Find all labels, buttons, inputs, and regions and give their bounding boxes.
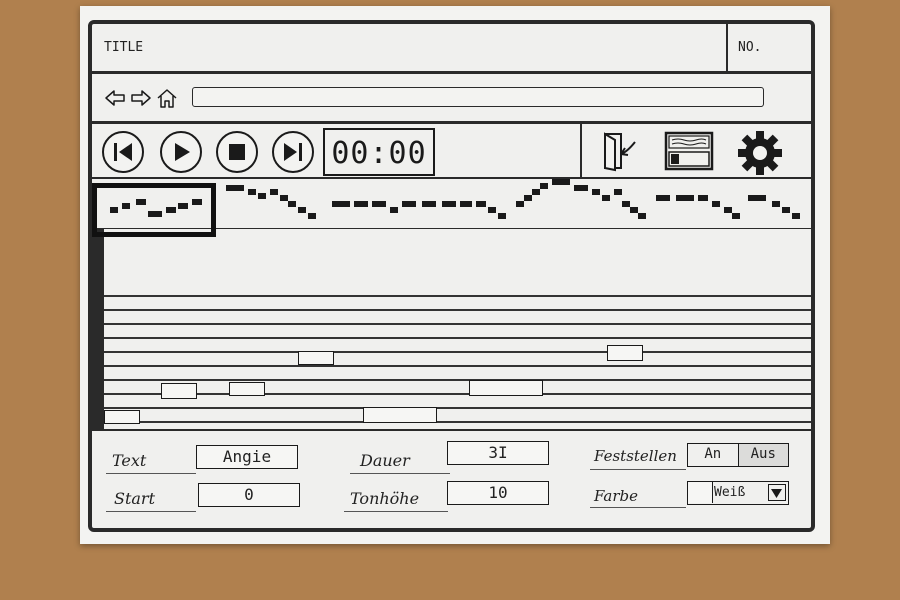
note-block[interactable] <box>161 383 197 399</box>
start-input[interactable]: 0 <box>198 483 300 507</box>
window-title: TITLE <box>104 40 144 55</box>
label-underline <box>590 469 686 470</box>
staff-line <box>104 323 811 325</box>
duration-label: Dauer <box>360 451 410 470</box>
time-value: 00:00 <box>331 136 427 171</box>
back-arrow-icon[interactable] <box>104 88 126 108</box>
color-select[interactable]: Weiß <box>687 481 789 505</box>
skip-back-button[interactable] <box>102 131 144 173</box>
label-underline <box>350 473 450 474</box>
staff-line <box>104 393 811 395</box>
text-label: Text <box>112 451 147 470</box>
staff-line <box>104 365 811 367</box>
address-bar[interactable] <box>192 87 764 107</box>
player-toolbar: 00:00 <box>92 124 811 179</box>
note-staff[interactable] <box>104 229 811 429</box>
paper-sheet: TITLE NO. 00:00 Text Angie Start 0 Dauer… <box>80 6 830 544</box>
play-button[interactable] <box>160 131 202 173</box>
app-window: TITLE NO. 00:00 Text Angie Start 0 Dauer… <box>88 20 815 532</box>
navigation-bar <box>92 74 811 124</box>
pitch-label: Tonhöhe <box>350 489 420 508</box>
lock-label: Feststellen <box>594 447 677 465</box>
note-properties-panel: Text Angie Start 0 Dauer 3I Tonhöhe 10 F… <box>92 429 811 528</box>
forward-arrow-icon[interactable] <box>130 88 152 108</box>
label-underline <box>106 511 196 512</box>
staff-scroll-rail[interactable] <box>92 229 104 429</box>
staff-line <box>104 379 811 381</box>
color-value: Weiß <box>714 485 746 500</box>
home-icon[interactable] <box>156 88 178 108</box>
window-panel-icon[interactable] <box>664 130 714 172</box>
lock-toggle[interactable]: An Aus <box>687 443 789 467</box>
staff-line <box>104 351 811 353</box>
label-underline <box>344 511 448 512</box>
staff-line <box>104 421 811 423</box>
staff-line <box>104 295 811 297</box>
number-label: NO. <box>738 40 762 55</box>
stop-button[interactable] <box>216 131 258 173</box>
staff-line <box>104 309 811 311</box>
melody-selection-frame[interactable] <box>92 183 216 237</box>
staff-line <box>104 337 811 339</box>
note-block[interactable] <box>469 380 543 396</box>
play-icon <box>175 143 190 161</box>
door-exit-icon[interactable] <box>597 130 641 172</box>
label-underline <box>590 507 686 508</box>
staff-line <box>104 407 811 409</box>
text-input[interactable]: Angie <box>196 445 298 469</box>
color-swatch <box>688 482 713 503</box>
toolbar-divider <box>580 124 582 177</box>
title-bar: TITLE NO. <box>92 24 811 74</box>
dropdown-arrow-icon[interactable] <box>768 484 786 501</box>
note-block[interactable] <box>104 410 140 424</box>
time-display: 00:00 <box>323 128 435 176</box>
number-field: NO. <box>726 24 811 71</box>
label-underline <box>106 473 196 474</box>
note-block[interactable] <box>298 351 334 365</box>
lock-on-option[interactable]: An <box>688 444 739 466</box>
stop-icon <box>229 144 245 160</box>
skip-back-icon <box>114 143 132 161</box>
duration-input[interactable]: 3I <box>447 441 549 465</box>
skip-forward-icon <box>284 143 302 161</box>
gear-icon[interactable] <box>735 130 782 175</box>
start-label: Start <box>114 489 156 508</box>
note-block[interactable] <box>607 345 643 361</box>
note-block[interactable] <box>229 382 265 396</box>
lock-off-option[interactable]: Aus <box>738 444 788 466</box>
color-label: Farbe <box>594 487 638 505</box>
pitch-input[interactable]: 10 <box>447 481 549 505</box>
melody-overview[interactable] <box>92 179 811 237</box>
skip-forward-button[interactable] <box>272 131 314 173</box>
note-block[interactable] <box>363 407 437 423</box>
